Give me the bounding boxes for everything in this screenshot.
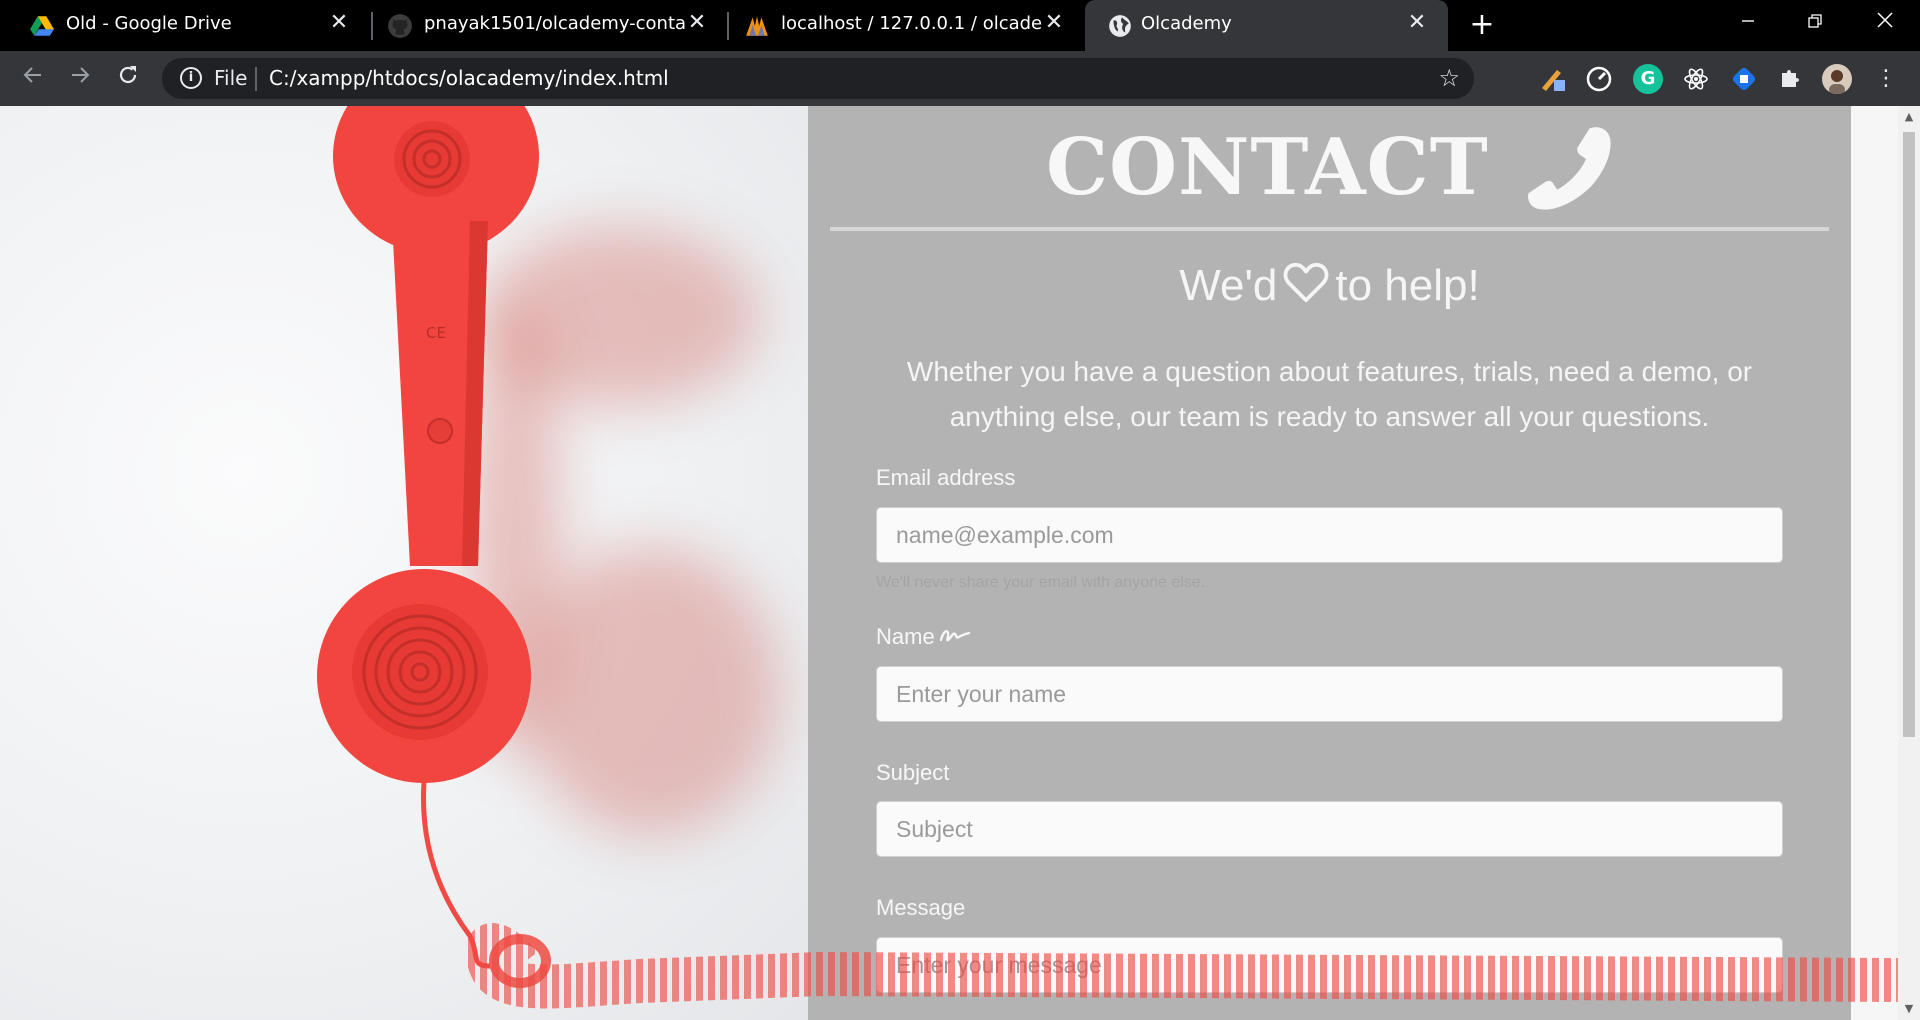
close-icon[interactable]: ✕ [326,10,352,36]
signature-icon [939,630,970,642]
telephone-photo: CE [0,106,808,1020]
message-label: Message [876,895,966,920]
tab-title: localhost / 127.0.0.1 / olcademy | [781,13,1043,34]
page-scrollbar[interactable]: ▲ ▼ [1898,106,1920,1020]
name-label: Name [876,624,935,649]
heart-icon [1284,262,1329,303]
extensions-icon[interactable] [1776,64,1806,94]
speed-extension-icon[interactable] [1584,64,1614,94]
address-url[interactable]: C:/xampp/htdocs/olacademy/index.html [269,66,669,90]
svg-text:CE: CE [426,324,446,342]
tab-github[interactable]: pnayak1501/olcademy-contactpa ✕ [358,0,728,51]
scroll-up-icon[interactable]: ▲ [1902,110,1916,124]
page-viewport: CE CONTACT We'd to help! Whether you have… [0,106,1898,1020]
contact-heading: CONTACT [808,116,1851,213]
address-separator [255,67,257,91]
contact-panel: CONTACT We'd to help! Whether you have a … [808,106,1851,1020]
close-icon[interactable]: ✕ [1041,10,1067,36]
message-field[interactable] [876,937,1783,993]
tab-strip: Old - Google Drive ✕ pnayak1501/olcademy… [0,0,1920,51]
tab-phpmyadmin[interactable]: localhost / 127.0.0.1 / olcademy | ✕ [715,0,1085,51]
phpmyadmin-icon [746,16,768,36]
email-help-text: We'll never share your email with anyone… [876,574,1206,591]
minimize-icon[interactable] [1718,4,1778,40]
reload-icon[interactable] [111,62,145,96]
subject-field[interactable] [876,801,1783,857]
puzzle-blue-extension-icon[interactable] [1729,64,1759,94]
scheme-label: File [214,66,248,90]
tab-title: Olcademy [1141,13,1232,34]
email-field[interactable] [876,507,1783,563]
page-title: CONTACT [1046,122,1489,213]
grammarly-icon[interactable]: G [1633,64,1663,94]
bookmark-star-icon[interactable]: ☆ [1438,64,1460,92]
name-label-row: Name [876,624,971,650]
tab-title: Old - Google Drive [66,13,232,34]
react-devtools-icon[interactable] [1681,64,1711,94]
scrollbar-thumb[interactable] [1903,132,1915,737]
background-strip [1851,106,1898,1020]
tab-olcademy[interactable]: Olcademy ✕ [1085,0,1448,51]
tagline: We'd to help! [808,261,1851,311]
github-icon [388,14,412,38]
globe-icon [1109,15,1131,37]
new-tab-icon[interactable]: + [1466,9,1498,41]
scroll-down-icon[interactable]: ▼ [1902,1002,1916,1016]
menu-icon[interactable]: ⋮ [1871,64,1901,94]
address-bar[interactable]: i File C:/xampp/htdocs/olacademy/index.h… [162,58,1474,99]
restore-icon[interactable] [1785,4,1845,40]
google-drive-icon [30,16,54,36]
pen-extension-icon[interactable] [1537,64,1567,94]
tab-title: pnayak1501/olcademy-contactpa [424,13,686,34]
window-close-icon[interactable] [1855,4,1915,40]
info-icon[interactable]: i [180,67,202,89]
tagline-after: to help! [1335,261,1480,310]
name-field[interactable] [876,666,1783,722]
back-icon[interactable] [16,62,50,96]
phone-icon [1528,126,1611,210]
profile-avatar[interactable] [1822,64,1852,94]
lead-paragraph: Whether you have a question about featur… [906,356,1753,432]
tab-google-drive[interactable]: Old - Google Drive ✕ [0,0,370,51]
tagline-before: We'd [1179,261,1278,310]
heading-divider [830,227,1829,231]
close-icon[interactable]: ✕ [684,10,710,36]
subject-label: Subject [876,760,950,785]
email-label: Email address [876,465,1016,490]
forward-icon[interactable] [63,62,97,96]
telephone-handset-icon: CE [317,106,539,969]
browser-toolbar: i File C:/xampp/htdocs/olacademy/index.h… [0,51,1920,106]
close-icon[interactable]: ✕ [1404,10,1430,36]
